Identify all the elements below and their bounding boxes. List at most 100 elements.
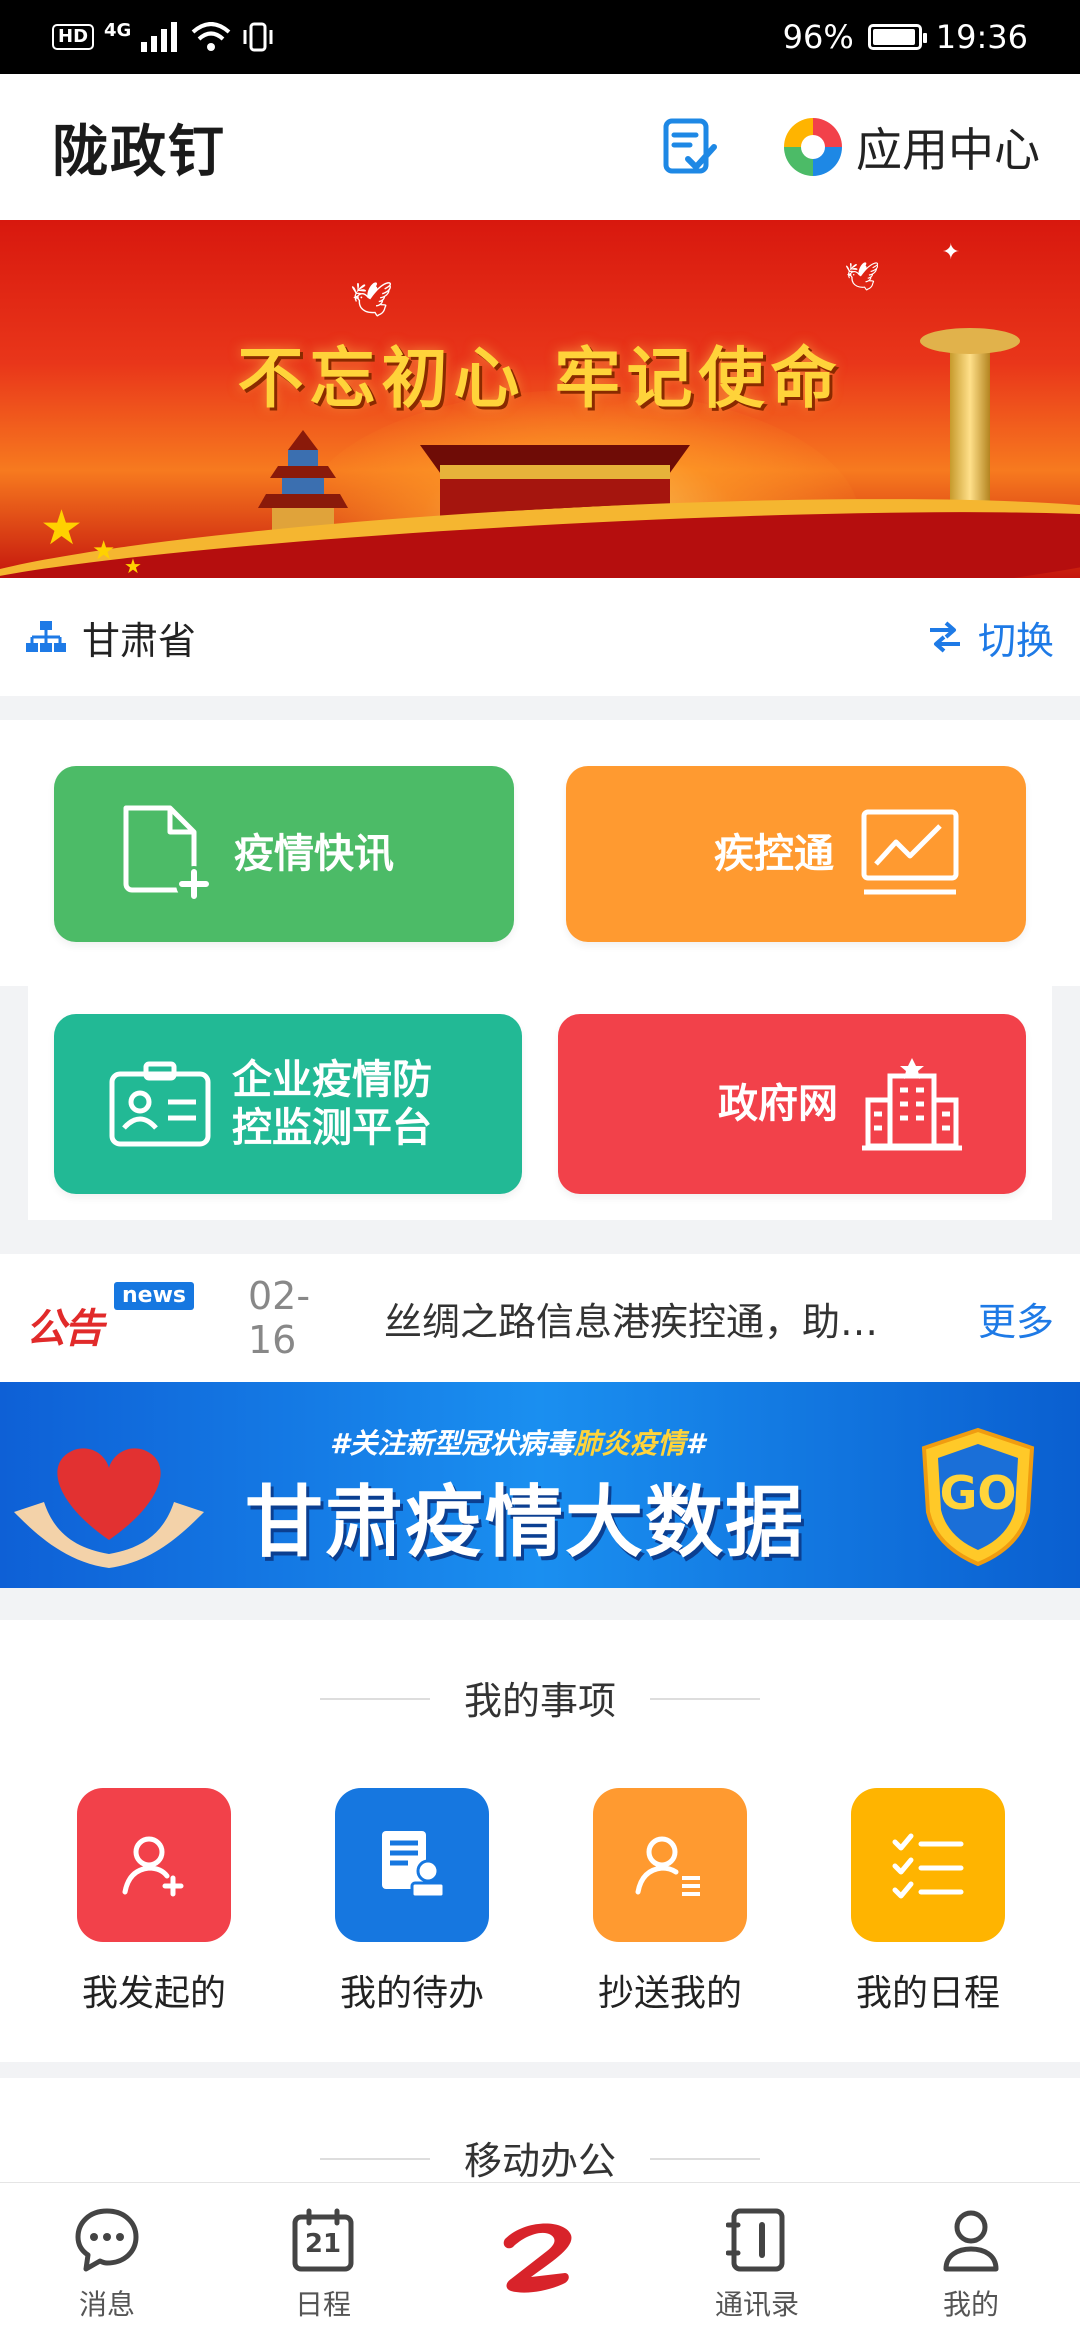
dove-icon: 🕊 — [350, 280, 394, 320]
nav-schedule[interactable]: 21 日程 — [248, 2205, 398, 2323]
wifi-icon — [192, 22, 231, 51]
quick-tiles: 疫情快讯 疾控通 企业疫情防 控监测平台 政府网 — [0, 720, 1080, 1220]
item-icon-bg — [851, 1788, 1005, 1942]
battery-percent: 96% — [782, 18, 854, 56]
tile-label-line1: 企业疫情防 — [232, 1057, 432, 1103]
nav-messages[interactable]: 消息 — [32, 2205, 182, 2323]
clipboard-check-icon — [663, 118, 717, 174]
tile-gap-right — [1052, 986, 1080, 1220]
app-header: 陇政钉 应用中心 — [0, 74, 1080, 220]
promo-banner[interactable]: ★ ★ ★ ✦ 🕊 🕊 不忘初心 牢记使命 — [0, 220, 1080, 578]
app-logo-icon — [503, 2223, 572, 2293]
nav-home[interactable] — [465, 2213, 615, 2303]
clock: 19:36 — [935, 18, 1028, 56]
sparkle-icon: ✦ — [941, 240, 960, 265]
todo-button[interactable] — [650, 107, 730, 187]
more-link[interactable]: 更多 — [978, 1291, 1054, 1346]
nav-icon — [722, 2205, 792, 2275]
switch-region-button[interactable]: 切换 — [926, 610, 1054, 665]
status-right: 96% 19:36 — [783, 18, 1028, 56]
status-bar: HD 4G 96% 19:36 — [0, 0, 1080, 74]
heart-hands-icon — [14, 1448, 204, 1568]
switch-label: 切换 — [977, 618, 1054, 663]
bigdata-subtitle-prefix: #关注新型冠状病毒 — [330, 1427, 574, 1460]
org-tree-icon — [26, 621, 66, 652]
news-badge: news — [114, 1282, 195, 1310]
item-label: 我的待办 — [339, 1973, 484, 2014]
bigdata-banner[interactable]: #关注新型冠状病毒肺炎疫情# 甘肃疫情大数据 GO — [0, 1382, 1080, 1588]
nav-icon — [936, 2205, 1006, 2275]
contacts-book-icon — [726, 2208, 785, 2272]
announcement-date: 02-16 — [248, 1274, 311, 1362]
nav-icon — [72, 2205, 142, 2275]
swap-icon — [929, 621, 960, 653]
chat-bubble-icon — [75, 2208, 139, 2272]
status-left: HD 4G — [52, 19, 275, 52]
nav-icon — [495, 2213, 585, 2303]
star-icon: ★ — [124, 554, 142, 578]
my-items-section: 我的事项 我发起的 我的待办 抄送我的 我的日程 — [0, 1620, 1080, 2062]
announcement-tag: 公告 — [26, 1306, 104, 1352]
id-card-icon — [109, 1061, 211, 1147]
announcement-logo: 公告 news — [26, 1278, 196, 1358]
government-building-icon — [862, 1058, 962, 1151]
app-center-icon — [784, 118, 842, 176]
battery-fill — [872, 29, 915, 45]
tile-enterprise-monitor[interactable]: 企业疫情防 控监测平台 — [54, 1014, 522, 1194]
nav-profile[interactable]: 我的 — [896, 2205, 1046, 2323]
tile-gap-left — [0, 986, 28, 1220]
item-label: 我的日程 — [855, 1973, 1000, 2014]
item-my-todo[interactable]: 我的待办 — [312, 1788, 512, 2016]
item-cc-to-me[interactable]: 抄送我的 — [570, 1788, 770, 2016]
nav-label: 消息 — [78, 2288, 135, 2321]
region-name: 甘肃省 — [82, 618, 197, 663]
go-badge[interactable]: GO — [916, 1426, 1040, 1568]
bigdata-subtitle-highlight: 肺炎疫情 — [573, 1427, 686, 1460]
tile-label-line2: 控监测平台 — [232, 1105, 432, 1151]
nav-label: 通讯录 — [714, 2288, 799, 2321]
signal-icon — [141, 22, 178, 52]
nav-label: 我的 — [942, 2288, 999, 2321]
calendar-day: 21 — [304, 2229, 342, 2259]
item-label: 我发起的 — [81, 1973, 226, 2014]
user-add-icon — [122, 1836, 184, 1897]
tile-label: 疾控通 — [714, 831, 834, 877]
new-document-icon — [123, 805, 212, 902]
announcement-text[interactable]: 丝绸之路信息港疾控通，助力疫情防控 — [384, 1291, 904, 1346]
item-icon-bg — [593, 1788, 747, 1942]
tile-government-site[interactable]: 政府网 — [558, 1014, 1026, 1194]
go-label: GO — [939, 1466, 1017, 1520]
checklist-icon — [892, 1833, 964, 1899]
app-title: 陇政钉 — [52, 119, 226, 185]
star-icon: ★ — [40, 500, 84, 556]
item-initiated-by-me[interactable]: 我发起的 — [54, 1788, 254, 2016]
bigdata-title: 甘肃疫情大数据 — [245, 1478, 806, 1568]
hd-badge: HD — [52, 24, 95, 50]
dove-icon: 🕊 — [844, 260, 880, 293]
bigdata-subtitle: #关注新型冠状病毒肺炎疫情# — [330, 1422, 705, 1462]
app-center-label: 应用中心 — [856, 123, 1040, 177]
document-stamp-icon — [382, 1831, 446, 1899]
region-bar: 甘肃省 切换 — [0, 578, 1080, 696]
tile-epidemic-news[interactable]: 疫情快讯 — [54, 766, 514, 942]
tile-label: 政府网 — [718, 1081, 838, 1127]
bigdata-subtitle-suffix: # — [685, 1427, 705, 1460]
tile-label: 企业疫情防 控监测平台 — [232, 1056, 432, 1152]
item-label: 抄送我的 — [597, 1973, 742, 2014]
network-label: 4G — [104, 19, 132, 41]
profile-icon — [943, 2210, 999, 2272]
vibrate-icon — [243, 22, 273, 52]
tile-disease-control[interactable]: 疾控通 — [566, 766, 1026, 942]
star-icon: ★ — [92, 536, 116, 566]
bottom-navigation: 消息 21 日程 通讯录 我的 — [0, 2182, 1080, 2340]
my-items-title: 我的事项 — [0, 1670, 1080, 1725]
banner-slogan: 不忘初心 牢记使命 — [237, 339, 843, 417]
announcement-bar[interactable]: 公告 news 02-16 丝绸之路信息港疾控通，助力疫情防控 更多 — [0, 1254, 1080, 1382]
nav-contacts[interactable]: 通讯录 — [682, 2205, 832, 2323]
item-my-schedule[interactable]: 我的日程 — [828, 1788, 1028, 2016]
app-center-button[interactable]: 应用中心 — [782, 114, 1040, 180]
nav-label: 日程 — [294, 2288, 351, 2321]
user-list-icon — [635, 1836, 700, 1896]
item-icon-bg — [335, 1788, 489, 1942]
battery-icon — [867, 24, 927, 50]
